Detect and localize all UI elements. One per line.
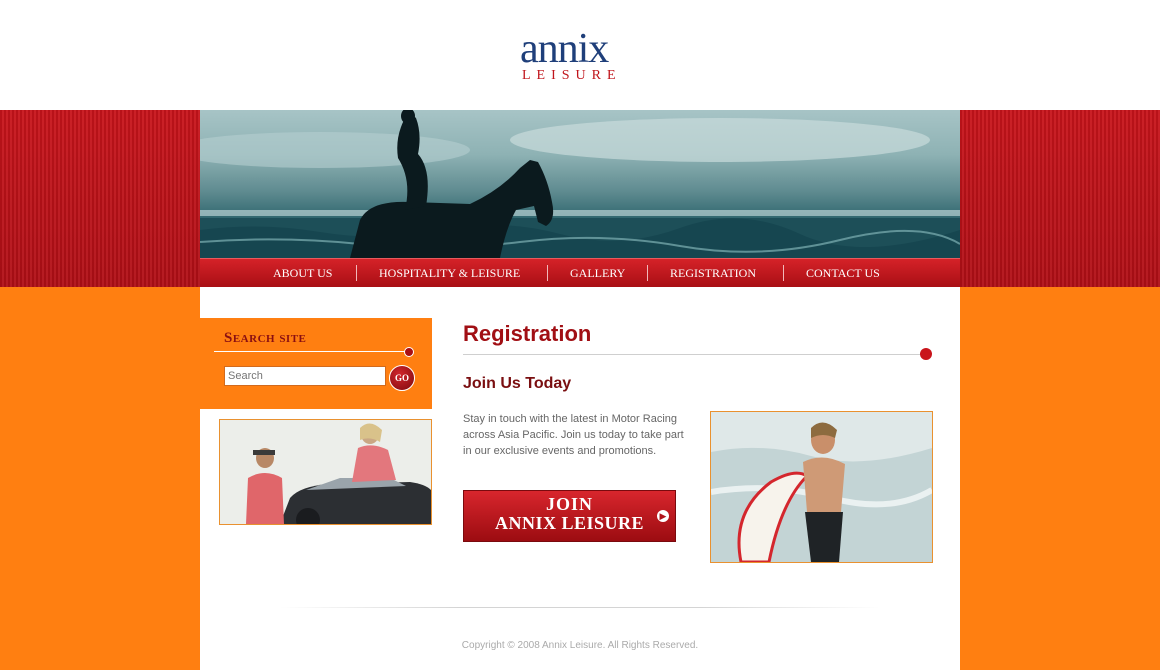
search-input[interactable]	[224, 366, 386, 386]
horse-rider-silhouette-image	[200, 110, 960, 258]
logo-wordmark: annix	[520, 26, 609, 72]
title-divider	[463, 354, 923, 355]
search-divider-dot	[404, 347, 414, 357]
copyright-text: Copyright © 2008 Annix Leisure. All Righ…	[461, 640, 699, 651]
registration-description: Stay in touch with the latest in Motor R…	[463, 413, 684, 457]
search-panel: Search site GO	[200, 318, 432, 409]
nav-separator	[547, 265, 548, 281]
content-area: Search site GO Registration Join Us Toda…	[200, 287, 960, 670]
join-button-line2: ANNIX LEISURE	[494, 513, 645, 533]
couple-car-photo	[219, 419, 432, 525]
hero-banner	[200, 110, 960, 258]
page-title: Registration	[463, 321, 592, 346]
nav-item-about-us[interactable]: ABOUT US	[273, 266, 332, 281]
title-divider-dot	[920, 348, 932, 360]
search-panel-title: Search site	[224, 330, 307, 346]
nav-separator	[783, 265, 784, 281]
section-subtitle: Join Us Today	[463, 375, 572, 392]
surfer-photo	[710, 411, 933, 563]
search-divider	[214, 351, 406, 352]
join-annix-leisure-button[interactable]: JOIN ANNIX LEISURE ▶	[463, 490, 676, 542]
couple-car-image	[220, 420, 431, 524]
join-button-line1: JOIN	[545, 494, 593, 514]
search-go-button[interactable]: GO	[389, 365, 415, 391]
logo-subtitle: LEISURE	[522, 68, 622, 83]
nav-item-contact-us[interactable]: CONTACT US	[806, 266, 880, 281]
nav-item-hospitality-leisure[interactable]: HOSPITALITY & LEISURE	[379, 266, 520, 281]
nav-item-registration[interactable]: REGISTRATION	[670, 266, 756, 281]
nav-item-gallery[interactable]: GALLERY	[570, 266, 625, 281]
footer-divider	[280, 607, 880, 608]
main-navigation: ABOUT US HOSPITALITY & LEISURE GALLERY R…	[200, 258, 960, 288]
nav-separator	[356, 265, 357, 281]
arrow-right-icon: ▶	[657, 510, 669, 522]
nav-separator	[647, 265, 648, 281]
surfer-image	[711, 412, 932, 562]
annix-leisure-logo[interactable]: annix LEISURE	[520, 28, 642, 88]
